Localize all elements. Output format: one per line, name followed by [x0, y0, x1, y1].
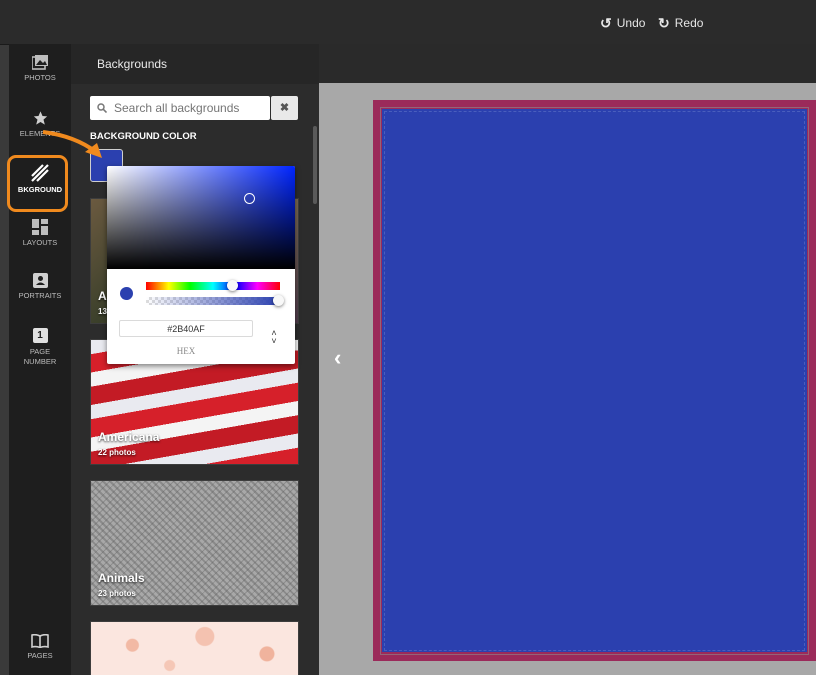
undo-label: Undo [616, 16, 646, 30]
layouts-icon [32, 219, 48, 235]
alpha-slider[interactable] [146, 297, 280, 305]
rail-label-page-number: PAGE NUMBER [23, 347, 57, 366]
rail-label-pages: PAGES [27, 651, 53, 660]
alpha-slider-handle[interactable] [273, 295, 284, 306]
category-card[interactable]: Animals 23 photos [90, 480, 299, 606]
hex-input[interactable] [119, 320, 253, 337]
rail-item-portraits[interactable]: PORTRAITS [9, 273, 71, 301]
rail-item-pages[interactable]: PAGES [9, 634, 71, 661]
redo-button[interactable]: ↻ Redo [658, 14, 703, 32]
hue-slider-handle[interactable] [227, 280, 238, 291]
hex-mode-label: HEX [176, 346, 196, 356]
category-count: 22 photos [98, 448, 136, 457]
top-toolbar: ↺ Undo ↻ Redo [0, 0, 816, 45]
workspace-header [319, 44, 816, 83]
redo-icon: ↻ [658, 14, 670, 31]
page-number-icon: 1 [32, 328, 48, 343]
panel-title: Backgrounds [97, 57, 168, 71]
category-title: Animals [98, 571, 145, 585]
saturation-handle[interactable] [244, 193, 255, 204]
current-color-preview [120, 287, 133, 300]
search-box[interactable] [90, 96, 270, 120]
rail-label-portraits: PORTRAITS [18, 291, 62, 300]
star-icon [33, 111, 47, 125]
category-title: Americana [98, 430, 160, 444]
page-canvas[interactable] [373, 100, 816, 661]
panel-scrollbar[interactable] [313, 126, 317, 204]
undo-icon: ↺ [600, 14, 612, 31]
photos-icon [32, 55, 48, 70]
mode-toggle-button[interactable]: ˄ ˅ [269, 329, 279, 347]
search-input[interactable] [112, 100, 266, 116]
search-icon [97, 103, 107, 113]
rail-label-layouts: LAYOUTS [22, 238, 58, 247]
saturation-value-area[interactable] [107, 166, 295, 269]
book-icon [31, 634, 49, 648]
undo-button[interactable]: ↺ Undo [600, 14, 645, 32]
window-edge [0, 0, 9, 675]
color-picker-popover: HEX ˄˅ [107, 166, 295, 364]
hue-slider[interactable] [146, 282, 280, 290]
category-count: 13 [98, 307, 107, 316]
rail-label-photos: PHOTOS [24, 73, 56, 82]
portrait-icon [32, 273, 48, 288]
page-background[interactable] [382, 109, 807, 652]
rail-item-photos[interactable]: PHOTOS [9, 55, 71, 83]
previous-page-chevron-icon[interactable]: ‹ [334, 345, 341, 371]
redo-label: Redo [674, 16, 704, 30]
category-count: 23 photos [98, 589, 136, 598]
clear-search-button[interactable]: ✖ [271, 96, 298, 120]
category-title: A [98, 289, 107, 303]
rail-item-page-number[interactable]: 1 PAGE NUMBER [9, 328, 71, 367]
rail-item-layouts[interactable]: LAYOUTS [9, 219, 71, 248]
arrow-annotation [42, 130, 102, 158]
category-card[interactable] [90, 621, 299, 675]
